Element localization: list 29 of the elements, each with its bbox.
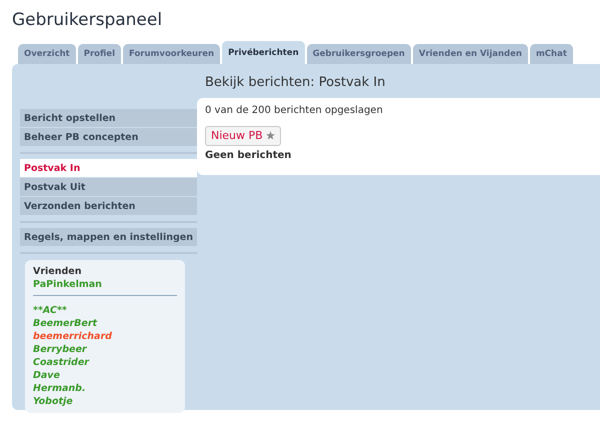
menu-item[interactable]: Postvak Uit [20,178,197,196]
menu-item[interactable]: Regels, mappen en instellingen [20,228,197,246]
friend-link[interactable]: **AC** [33,304,177,317]
friend-link[interactable]: Berrybeer [33,343,177,356]
friend-link[interactable]: Hermanb. [33,382,177,395]
tab[interactable]: Profiel [78,44,121,64]
menu-item[interactable]: Postvak In [20,159,197,177]
storage-text: 0 van de 200 berichten opgeslagen [205,104,384,118]
tab[interactable]: Forumvoorkeuren [123,44,220,64]
friend-link[interactable]: PaPinkelman [33,278,177,291]
menu-item[interactable]: Verzonden berichten [20,197,197,215]
star-icon [266,130,276,140]
friend-link[interactable]: BeemerBert [33,317,177,330]
empty-message: Geen berichten [205,149,292,163]
friend-link[interactable]: Yobotje [33,395,177,408]
page-heading: Bekijk berichten: Postvak In [204,74,386,92]
friend-link[interactable]: Dave [33,369,177,382]
menu-item[interactable]: Bericht opstellen [20,109,197,127]
tab[interactable]: mChat [530,44,573,64]
friends-heading: Vrienden [33,265,83,278]
new-message-button[interactable]: Nieuw PB [205,126,282,146]
friend-link[interactable]: beemerrichard [33,330,177,343]
page-title: Gebruikerspaneel [11,9,164,32]
tab[interactable]: Privéberichten [222,41,305,64]
tab[interactable]: Overzicht [18,44,76,64]
tab[interactable]: Gebruikersgroepen [306,44,411,64]
friend-link[interactable]: Coastrider [33,356,177,369]
menu-item[interactable]: Beheer PB concepten [20,128,197,146]
tab[interactable]: Vrienden en Vijanden [412,44,528,64]
